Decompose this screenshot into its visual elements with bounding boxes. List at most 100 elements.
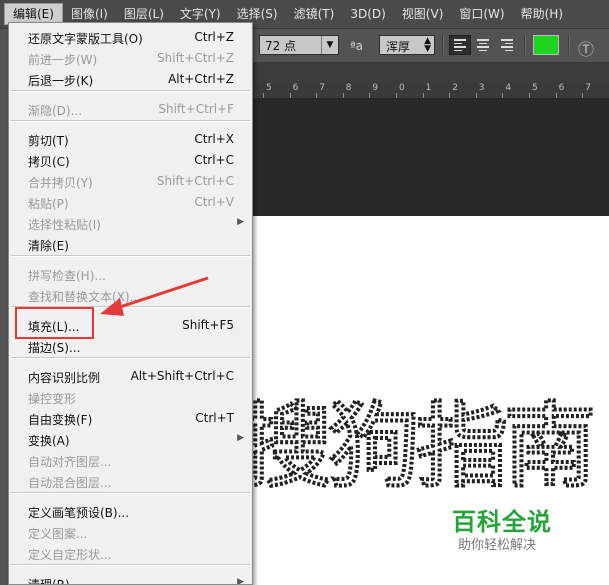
menu-item-label: 还原文字蒙版工具(O) xyxy=(28,32,143,46)
chevron-down-icon: ▼ xyxy=(321,36,338,54)
submenu-arrow-icon: ▶ xyxy=(237,433,244,443)
menu-separator xyxy=(11,120,250,122)
ruler-tick-label: 0 xyxy=(399,83,405,93)
highlight-box xyxy=(15,307,94,339)
menu-item-shortcut: Ctrl+V xyxy=(194,195,234,209)
submenu-arrow-icon: ▶ xyxy=(237,217,244,227)
menu-item-label: 定义画笔预设(B)... xyxy=(28,506,130,520)
menu-item-label: 剪切(T) xyxy=(28,134,69,148)
menu-item: 定义自定形状... xyxy=(9,543,252,564)
menu-item[interactable]: 变换(A) ▶ xyxy=(9,429,252,450)
menu-item: 前进一步(W) Shift+Ctrl+Z xyxy=(9,48,252,69)
ruler-tick-label: 5 xyxy=(532,83,538,93)
menu-item[interactable]: 清理(R) ▶ xyxy=(9,573,252,585)
menu-item: 选择性粘贴(I) ▶ xyxy=(9,213,252,234)
menu-item-label: 操控变形 xyxy=(28,392,77,406)
align-left-button[interactable] xyxy=(449,35,471,55)
horizontal-ruler: 5 6 7 8 9 0 1 2 3 4 5 6 7 xyxy=(252,82,609,99)
menu-item[interactable]: 还原文字蒙版工具(O) Ctrl+Z xyxy=(9,27,252,48)
menu-item-shortcut: Shift+Ctrl+C xyxy=(156,174,234,188)
menu-item-shortcut: Shift+F5 xyxy=(182,318,234,332)
divider xyxy=(524,35,526,55)
menu-item-label: 查找和替换文本(X)... xyxy=(28,290,142,304)
menu-item: 自动对齐图层... xyxy=(9,450,252,471)
text-color-swatch[interactable] xyxy=(533,35,559,55)
menu-item[interactable]: 描边(S)... xyxy=(9,336,252,357)
menu-item-shortcut: Alt+Shift+Ctrl+C xyxy=(130,369,234,383)
ruler-tick-label: 6 xyxy=(292,83,299,93)
menu-item[interactable]: 拷贝(C) Ctrl+C xyxy=(9,150,252,171)
menu-3d[interactable]: 3D(D) xyxy=(342,3,393,25)
font-size-value: 72 点 xyxy=(265,39,297,53)
warp-text-icon[interactable]: Ⓣ xyxy=(578,36,594,60)
ruler-tick-label: 2 xyxy=(452,83,458,93)
anti-alias-select[interactable]: 浑厚 ▲ ▼ xyxy=(379,35,435,55)
menu-item: 自动混合图层... xyxy=(9,471,252,492)
ruler-tick-label: 7 xyxy=(319,83,325,93)
ruler-tick-label: 3 xyxy=(478,83,485,93)
menu-item-label: 自动对齐图层... xyxy=(28,455,112,469)
edit-menu-dropdown: 还原文字蒙版工具(O) Ctrl+Z 前进一步(W) Shift+Ctrl+Z 后退一步… xyxy=(8,22,253,585)
menu-item: 拼写检查(H)... xyxy=(9,264,252,285)
menu-item[interactable]: 后退一步(K) Alt+Ctrl+Z xyxy=(9,69,252,90)
menu-item[interactable]: 自由变换(F) Ctrl+T xyxy=(9,408,252,429)
menu-item-label: 内容识别比例 xyxy=(28,371,101,385)
ruler-tick-label: 5 xyxy=(266,83,272,93)
menu-separator xyxy=(11,90,250,92)
menu-item-label: 后退一步(K) xyxy=(28,74,94,88)
watermark-subtitle: 助你轻松解决 xyxy=(458,538,537,553)
pasteboard xyxy=(252,98,609,216)
divider xyxy=(442,35,444,55)
font-size-select[interactable]: 72 点 ▼ xyxy=(259,35,339,55)
ruler-tick-label: 9 xyxy=(372,83,379,93)
menu-item-label: 描边(S)... xyxy=(28,341,81,355)
menu-window[interactable]: 窗口(W) xyxy=(451,3,512,25)
selection-marquee-text: 搜狗指南 xyxy=(252,393,592,500)
submenu-arrow-icon: ▶ xyxy=(237,577,244,585)
menu-item-label: 清理(R) xyxy=(28,578,70,585)
menu-item-label: 定义自定形状... xyxy=(28,548,112,562)
menu-item-shortcut: Shift+Ctrl+Z xyxy=(157,51,234,65)
menu-item-label: 渐隐(D)... xyxy=(28,104,83,118)
menu-item: 操控变形 xyxy=(9,387,252,408)
menu-separator xyxy=(11,255,250,257)
anti-alias-icon: ªa xyxy=(350,39,364,53)
document-tab-strip xyxy=(252,62,609,82)
menu-item-label: 清除(E) xyxy=(28,239,69,253)
menu-item: 查找和替换文本(X)... xyxy=(9,285,252,306)
menu-item: 定义图案... xyxy=(9,522,252,543)
divider xyxy=(568,35,570,55)
menu-item: 粘贴(P) Ctrl+V xyxy=(9,192,252,213)
text-selection: 搜狗指南 xyxy=(252,392,597,500)
menu-item-label: 自动混合图层... xyxy=(28,476,112,490)
menu-filter[interactable]: 滤镜(T) xyxy=(286,3,343,25)
align-right-button[interactable] xyxy=(497,35,519,55)
menu-item[interactable]: 内容识别比例 Alt+Shift+Ctrl+C xyxy=(9,366,252,387)
menu-item-label: 拼写检查(H)... xyxy=(28,269,106,283)
anti-alias-value: 浑厚 xyxy=(386,40,411,54)
menu-item-shortcut: Ctrl+Z xyxy=(194,30,234,44)
menu-item: 渐隐(D)... Shift+Ctrl+F xyxy=(9,99,252,120)
menu-item-label: 自由变换(F) xyxy=(28,413,93,427)
menu-item-label: 拷贝(C) xyxy=(28,155,70,169)
menu-item-label: 前进一步(W) xyxy=(28,53,98,67)
menu-item: 合并拷贝(Y) Shift+Ctrl+C xyxy=(9,171,252,192)
document-canvas[interactable]: 搜狗指南 百科全说 助你轻松解决 xyxy=(252,216,609,585)
menu-item-shortcut: Ctrl+T xyxy=(195,411,234,425)
ruler-tick-label: 7 xyxy=(585,83,591,93)
menu-item[interactable]: 清除(E) xyxy=(9,234,252,255)
watermark-title: 百科全说 xyxy=(452,508,552,536)
menu-separator xyxy=(11,564,250,566)
menu-help[interactable]: 帮助(H) xyxy=(513,3,571,25)
ruler-tick-label: 4 xyxy=(505,83,512,93)
menu-item-shortcut: Alt+Ctrl+Z xyxy=(168,72,234,86)
menu-item-label: 变换(A) xyxy=(28,434,70,448)
updown-chevron-icon: ▲ ▼ xyxy=(424,36,431,54)
menu-item[interactable]: 剪切(T) Ctrl+X xyxy=(9,129,252,150)
ruler-tick-label: 8 xyxy=(345,83,352,93)
menu-item-label: 选择性粘贴(I) xyxy=(28,218,101,232)
menu-item-shortcut: Ctrl+C xyxy=(194,153,234,167)
align-center-button[interactable] xyxy=(473,35,495,55)
menu-view[interactable]: 视图(V) xyxy=(394,3,452,25)
menu-item[interactable]: 定义画笔预设(B)... xyxy=(9,501,252,522)
